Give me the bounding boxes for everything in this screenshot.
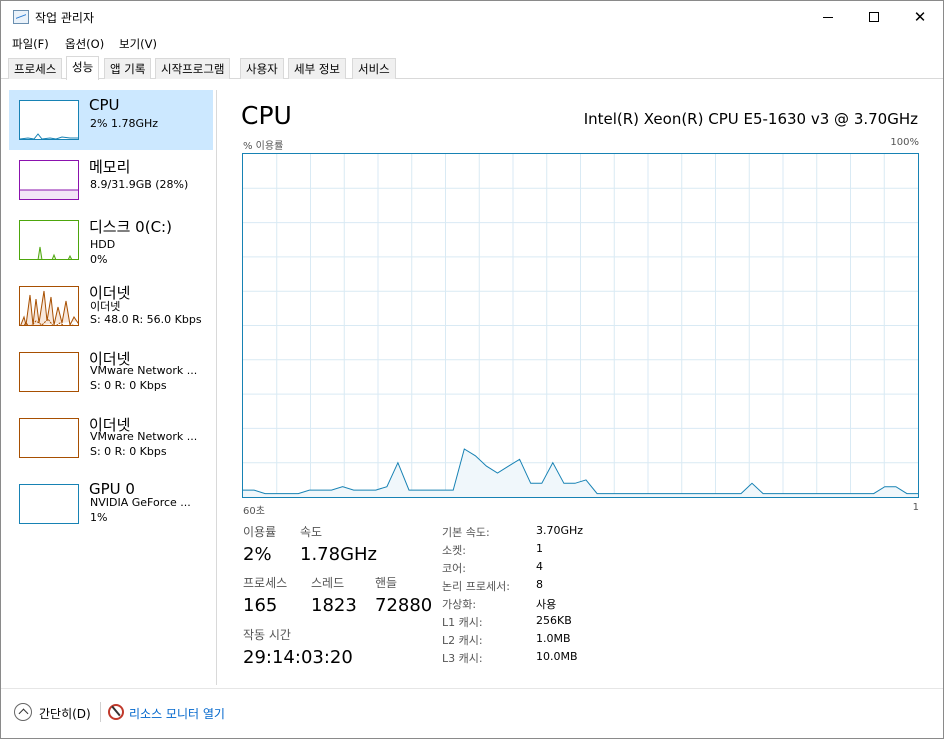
utilization-label: 이용률 (243, 525, 277, 539)
resource-detail: VMware Network ... (90, 430, 198, 443)
cpu-usage-chart-svg (243, 154, 918, 497)
close-icon: ✕ (913, 7, 927, 26)
resource-detail: S: 0 R: 0 Kbps (90, 379, 167, 392)
maximize-icon (869, 12, 879, 22)
task-manager-icon (13, 10, 29, 24)
disk-thumbnail-graph (19, 220, 79, 260)
info-value: 사용 (536, 598, 557, 611)
title-bar[interactable]: 작업 관리자 ✕ (1, 1, 943, 33)
ethernet-thumbnail-graph (19, 286, 79, 326)
menu-options[interactable]: 옵션(O) (65, 36, 104, 52)
menu-file[interactable]: 파일(F) (12, 36, 49, 52)
processes-value: 165 (243, 595, 278, 616)
info-label: L3 캐시: (442, 652, 483, 665)
resource-list: CPU 2% 1.78GHz 메모리 8.9/31.9GB (28%) 디스크 … (9, 90, 214, 680)
tab-services[interactable]: 서비스 (352, 58, 396, 79)
resource-gpu[interactable]: GPU 0 NVIDIA GeForce ... 1% (9, 474, 213, 534)
resource-detail: S: 48.0 R: 56.0 Kbps (90, 313, 202, 326)
cpu-usage-chart (242, 153, 919, 498)
resource-detail: 8.9/31.9GB (28%) (90, 178, 189, 191)
tab-startup[interactable]: 시작프로그램 (155, 58, 231, 79)
resource-ethernet-3[interactable]: 이더넷 VMware Network ... S: 0 R: 0 Kbps (9, 408, 213, 468)
tab-processes[interactable]: 프로세스 (8, 58, 63, 79)
resource-title: CPU (89, 96, 120, 114)
resource-ethernet-2[interactable]: 이더넷 VMware Network ... S: 0 R: 0 Kbps (9, 342, 213, 402)
threads-label: 스레드 (311, 576, 345, 590)
ethernet-thumbnail-graph (19, 418, 79, 458)
menu-bar: 파일(F) 옵션(O) 보기(V) (1, 33, 943, 53)
tab-users[interactable]: 사용자 (240, 58, 284, 79)
speed-value: 1.78GHz (300, 544, 378, 565)
tab-performance[interactable]: 성능 (66, 56, 100, 80)
chevron-up-icon[interactable] (14, 703, 32, 721)
speed-label: 속도 (300, 525, 323, 539)
cpu-model-name: Intel(R) Xeon(R) CPU E5-1630 v3 @ 3.70GH… (583, 110, 918, 128)
task-manager-window: 작업 관리자 ✕ 파일(F) 옵션(O) 보기(V) 프로세스 성능 앱 기록 … (0, 0, 944, 739)
footer-divider (1, 688, 943, 689)
sidebar-divider (216, 90, 217, 685)
info-value: 3.70GHz (536, 524, 584, 537)
handles-value: 72880 (375, 595, 433, 616)
chart-x-end-label: 1 (912, 502, 919, 513)
info-value: 256KB (536, 614, 572, 627)
maximize-button[interactable] (851, 1, 897, 33)
fewer-details-button[interactable]: 간단히(D) (39, 705, 91, 722)
resource-disk[interactable]: 디스크 0(C:) HDD 0% (9, 210, 213, 270)
info-label: L1 캐시: (442, 616, 483, 629)
minimize-icon (823, 16, 833, 18)
close-button[interactable]: ✕ (897, 1, 943, 33)
ethernet-thumbnail-graph (19, 352, 79, 392)
resource-detail: 2% 1.78GHz (90, 117, 159, 130)
tab-bar: 프로세스 성능 앱 기록 시작프로그램 사용자 세부 정보 서비스 (1, 56, 943, 80)
chart-y-label: % 이용률 (243, 141, 284, 152)
menu-view[interactable]: 보기(V) (119, 36, 157, 52)
info-value: 1 (536, 542, 543, 555)
info-label: 기본 속도: (442, 526, 490, 539)
tab-app-history[interactable]: 앱 기록 (104, 58, 152, 79)
page-title: CPU (241, 101, 292, 130)
info-label: L2 캐시: (442, 634, 483, 647)
info-value: 4 (536, 560, 543, 573)
resource-detail: 0% (90, 253, 108, 266)
info-value: 10.0MB (536, 650, 578, 663)
uptime-label: 작동 시간 (243, 628, 291, 642)
chart-y-max-label: 100% (890, 137, 919, 148)
resource-monitor-icon[interactable] (108, 704, 124, 720)
open-resource-monitor-link[interactable]: 리소스 모니터 열기 (129, 705, 225, 722)
resource-detail: S: 0 R: 0 Kbps (90, 445, 167, 458)
threads-value: 1823 (311, 595, 357, 616)
gpu-thumbnail-graph (19, 484, 79, 524)
memory-thumbnail-graph (19, 160, 79, 200)
info-value: 1.0MB (536, 632, 571, 645)
tab-details[interactable]: 세부 정보 (288, 58, 346, 79)
cpu-thumbnail-graph (19, 100, 79, 140)
footer-separator (100, 702, 101, 722)
info-label: 코어: (442, 562, 466, 575)
window-title: 작업 관리자 (35, 11, 95, 25)
minimize-button[interactable] (805, 1, 851, 33)
info-label: 논리 프로세서: (442, 580, 510, 593)
resource-title: 메모리 (89, 158, 131, 176)
info-label: 가상화: (442, 598, 477, 611)
resource-detail: 이더넷 (90, 300, 121, 313)
resource-detail: NVIDIA GeForce ... (90, 496, 191, 509)
resource-detail: HDD (90, 238, 116, 251)
resource-ethernet-1[interactable]: 이더넷 이더넷 S: 48.0 R: 56.0 Kbps (9, 276, 213, 336)
handles-label: 핸들 (375, 576, 398, 590)
processes-label: 프로세스 (243, 576, 288, 590)
chart-grid (243, 154, 918, 497)
resource-cpu[interactable]: CPU 2% 1.78GHz (9, 90, 213, 150)
chart-x-start-label: 60초 (243, 506, 265, 517)
resource-detail: VMware Network ... (90, 364, 198, 377)
resource-title: 디스크 0(C:) (89, 218, 172, 236)
info-label: 소켓: (442, 544, 466, 557)
resource-memory[interactable]: 메모리 8.9/31.9GB (28%) (9, 150, 213, 210)
info-value: 8 (536, 578, 543, 591)
utilization-value: 2% (243, 544, 272, 565)
uptime-value: 29:14:03:20 (243, 647, 353, 668)
resource-detail: 1% (90, 511, 108, 524)
